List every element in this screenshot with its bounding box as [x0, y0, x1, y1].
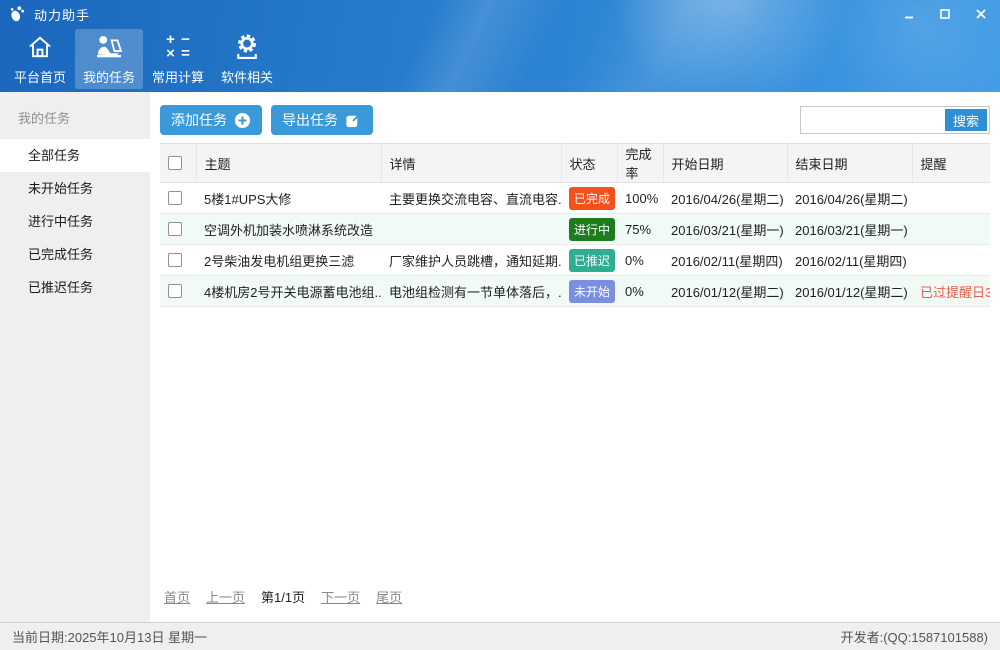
sidebar-item-in-progress[interactable]: 进行中任务	[0, 205, 150, 238]
nav-item-label: 我的任务	[83, 67, 135, 86]
cell-end-date: 2016/01/12(星期二)	[787, 276, 912, 307]
plus-circle-icon	[234, 112, 251, 129]
current-date-text: 当前日期:2025年10月13日 星期一	[12, 627, 207, 646]
nav-bar: 平台首页 我的任务 +−×= 常用计算	[0, 29, 1000, 89]
software-gear-icon	[233, 32, 261, 62]
cell-subject: 4楼机房2号开关电源蓄电池组...	[196, 276, 381, 307]
sidebar-title: 我的任务	[0, 92, 150, 139]
status-bar: 当前日期:2025年10月13日 星期一 开发者:(QQ:1587101588)	[0, 622, 1000, 650]
sidebar-item-postponed[interactable]: 已推迟任务	[0, 271, 150, 304]
row-checkbox[interactable]	[168, 253, 182, 267]
col-header-end-date: 结束日期	[787, 144, 912, 183]
export-task-button-label: 导出任务	[282, 110, 338, 130]
cell-rate: 0%	[617, 245, 663, 276]
col-header-detail: 详情	[381, 144, 561, 183]
cell-detail	[381, 214, 561, 245]
pagination: 首页 上一页 第1/1页 下一页 尾页	[160, 577, 990, 622]
status-badge: 已完成	[569, 187, 615, 210]
nav-item-label: 软件相关	[221, 67, 273, 86]
col-header-subject: 主题	[196, 144, 381, 183]
sidebar-item-not-started[interactable]: 未开始任务	[0, 172, 150, 205]
app-window: 动力助手	[0, 0, 1000, 650]
body: 我的任务 全部任务 未开始任务 进行中任务 已完成任务 已推迟任务 添加任务	[0, 92, 1000, 622]
cell-detail: 电池组检测有一节单体落后，...	[381, 276, 561, 307]
search-box: 搜索	[800, 106, 990, 134]
row-checkbox[interactable]	[168, 284, 182, 298]
cell-subject: 2号柴油发电机组更换三滤	[196, 245, 381, 276]
cell-rate: 0%	[617, 276, 663, 307]
calculator-icon: +−×=	[163, 32, 193, 62]
nav-item-my-tasks[interactable]: 我的任务	[75, 29, 143, 89]
table-row: 5楼1#UPS大修 主要更换交流电容、直流电容... 已完成 100% 2016…	[160, 183, 990, 214]
cell-end-date: 2016/03/21(星期一)	[787, 214, 912, 245]
search-button[interactable]: 搜索	[945, 109, 987, 131]
nav-item-calculations[interactable]: +−×= 常用计算	[144, 29, 212, 89]
cell-subject: 空调外机加装水喷淋系统改造	[196, 214, 381, 245]
close-button[interactable]	[974, 8, 988, 20]
app-logo-footprint-icon	[8, 5, 26, 23]
status-badge: 已推迟	[569, 249, 615, 272]
status-badge: 未开始	[569, 280, 615, 303]
sidebar-item-all-tasks[interactable]: 全部任务	[0, 139, 150, 172]
nav-item-label: 平台首页	[14, 67, 66, 86]
select-all-checkbox[interactable]	[168, 156, 182, 170]
main-content: 添加任务 导出任务	[150, 92, 1000, 622]
table-row: 4楼机房2号开关电源蓄电池组... 电池组检测有一节单体落后，... 未开始 0…	[160, 276, 990, 307]
nav-item-platform-home[interactable]: 平台首页	[6, 29, 74, 89]
sidebar: 我的任务 全部任务 未开始任务 进行中任务 已完成任务 已推迟任务	[0, 92, 150, 622]
app-title: 动力助手	[34, 5, 90, 24]
task-table: 主题 详情 状态 完成率 开始日期 结束日期 提醒 5楼1#UPS大修 主要更换…	[160, 143, 990, 307]
cell-detail: 厂家维护人员跳槽，通知延期...	[381, 245, 561, 276]
add-task-button[interactable]: 添加任务	[160, 105, 262, 135]
minimize-button[interactable]	[902, 8, 916, 20]
export-task-button[interactable]: 导出任务	[271, 105, 373, 135]
pagination-last[interactable]: 尾页	[376, 587, 402, 606]
row-checkbox[interactable]	[168, 222, 182, 236]
cell-remind	[912, 214, 990, 245]
status-badge: 进行中	[569, 218, 615, 241]
cell-start-date: 2016/04/26(星期二)	[663, 183, 787, 214]
nav-item-label: 常用计算	[152, 67, 204, 86]
home-icon	[26, 32, 54, 62]
cell-remind	[912, 245, 990, 276]
col-header-remind: 提醒	[912, 144, 990, 183]
window-controls	[902, 8, 988, 20]
cell-rate: 100%	[617, 183, 663, 214]
col-header-rate: 完成率	[617, 144, 663, 183]
col-header-status: 状态	[561, 144, 617, 183]
pagination-current: 第1/1页	[261, 587, 305, 606]
developer-text: 开发者:(QQ:1587101588)	[841, 627, 988, 646]
cell-start-date: 2016/02/11(星期四)	[663, 245, 787, 276]
cell-rate: 75%	[617, 214, 663, 245]
pagination-first[interactable]: 首页	[164, 587, 190, 606]
cell-end-date: 2016/04/26(星期二)	[787, 183, 912, 214]
titlebar: 动力助手	[0, 0, 1000, 28]
table-row: 2号柴油发电机组更换三滤 厂家维护人员跳槽，通知延期... 已推迟 0% 201…	[160, 245, 990, 276]
cell-end-date: 2016/02/11(星期四)	[787, 245, 912, 276]
pagination-next[interactable]: 下一页	[321, 587, 360, 606]
cell-subject: 5楼1#UPS大修	[196, 183, 381, 214]
cell-remind	[912, 183, 990, 214]
cell-remind: 已过提醒日35...	[912, 276, 990, 307]
toolbar: 添加任务 导出任务	[160, 105, 990, 135]
row-checkbox[interactable]	[168, 191, 182, 205]
cell-start-date: 2016/03/21(星期一)	[663, 214, 787, 245]
my-tasks-icon	[93, 32, 125, 62]
nav-item-software[interactable]: 软件相关	[213, 29, 281, 89]
cell-start-date: 2016/01/12(星期二)	[663, 276, 787, 307]
app-header: 动力助手	[0, 0, 1000, 92]
maximize-button[interactable]	[938, 8, 952, 20]
table-row: 空调外机加装水喷淋系统改造 进行中 75% 2016/03/21(星期一) 20…	[160, 214, 990, 245]
add-task-button-label: 添加任务	[171, 110, 227, 130]
table-header-row: 主题 详情 状态 完成率 开始日期 结束日期 提醒	[160, 144, 990, 183]
export-arrow-icon	[345, 112, 362, 129]
cell-detail: 主要更换交流电容、直流电容...	[381, 183, 561, 214]
col-header-start-date: 开始日期	[663, 144, 787, 183]
sidebar-item-completed[interactable]: 已完成任务	[0, 238, 150, 271]
search-input[interactable]	[803, 109, 945, 131]
pagination-prev[interactable]: 上一页	[206, 587, 245, 606]
